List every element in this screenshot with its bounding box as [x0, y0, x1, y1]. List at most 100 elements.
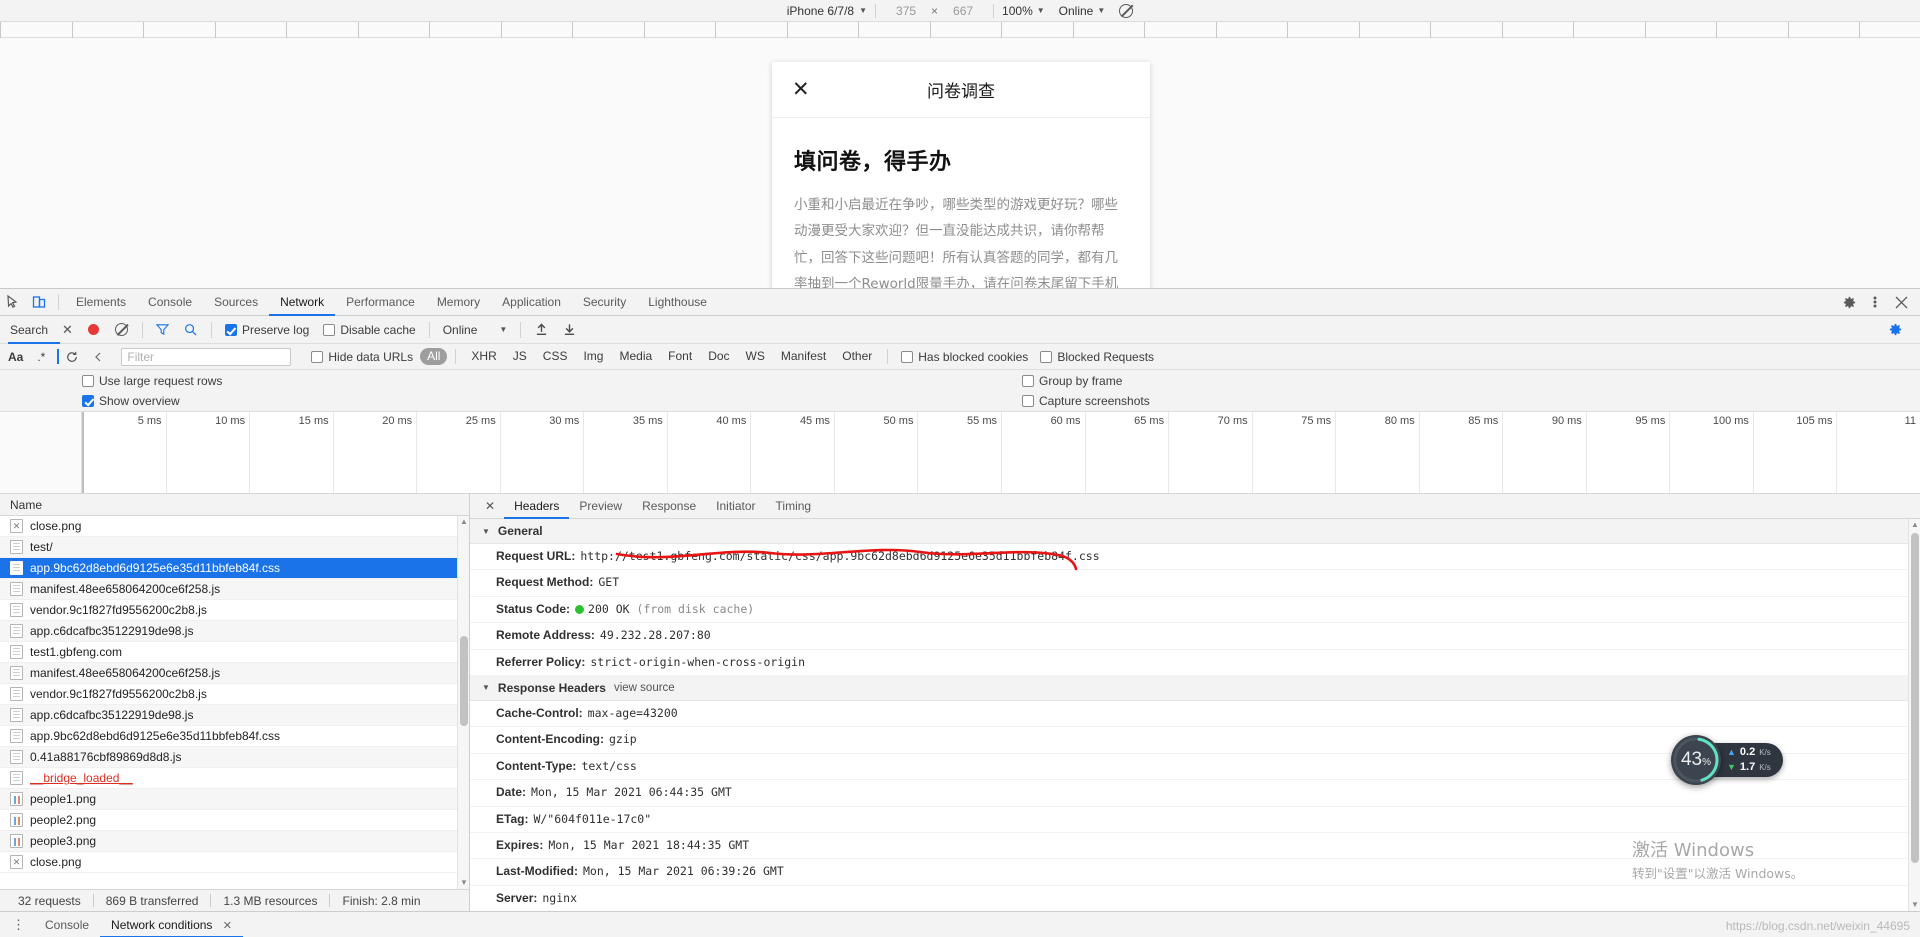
- type-filter-doc[interactable]: Doc: [701, 348, 736, 365]
- scroll-down-icon[interactable]: ▼: [1909, 899, 1920, 911]
- type-filter-media[interactable]: Media: [612, 348, 659, 365]
- tab-security[interactable]: Security: [572, 289, 637, 316]
- network-overview-timeline[interactable]: 5 ms 10 ms 15 ms 20 ms 25 ms 30 ms 35 ms 40 ms 4…: [0, 412, 1920, 494]
- request-list-item[interactable]: app.9bc62d8ebd6d9125e6e35d11bbfeb84f.css: [0, 726, 469, 747]
- type-filter-manifest[interactable]: Manifest: [774, 348, 833, 365]
- blocked-requests-checkbox[interactable]: Blocked Requests: [1040, 350, 1154, 364]
- device-height-input[interactable]: [941, 2, 986, 19]
- request-list-item[interactable]: app.c6dcafbc35122919de98.js: [0, 705, 469, 726]
- toggle-device-toolbar-icon[interactable]: [26, 289, 52, 315]
- device-select[interactable]: iPhone 6/7/8 ▼: [787, 4, 867, 18]
- request-list-header[interactable]: Name: [0, 494, 469, 516]
- tab-headers[interactable]: Headers: [504, 494, 569, 519]
- tab-initiator[interactable]: Initiator: [706, 494, 765, 519]
- show-overview-checkbox[interactable]: Show overview: [82, 394, 180, 408]
- request-list-item[interactable]: 0.41a88176cbf89869d8d8.js: [0, 747, 469, 768]
- request-list-item[interactable]: manifest.48ee658064200ce6f258.js: [0, 579, 469, 600]
- has-blocked-cookies-checkbox[interactable]: Has blocked cookies: [901, 350, 1028, 364]
- more-vertical-icon[interactable]: [1862, 289, 1888, 315]
- type-filter-font[interactable]: Font: [661, 348, 699, 365]
- type-filter-css[interactable]: CSS: [536, 348, 575, 365]
- capture-screenshots-checkbox[interactable]: Capture screenshots: [1022, 394, 1150, 408]
- throttling-select[interactable]: Online ▼: [437, 323, 514, 337]
- preserve-log-checkbox[interactable]: Preserve log: [224, 323, 309, 337]
- import-har-icon[interactable]: [528, 317, 554, 343]
- zoom-select[interactable]: 100% ▼: [1002, 4, 1045, 18]
- type-filter-all[interactable]: All: [420, 348, 448, 365]
- request-list-item[interactable]: people1.png: [0, 789, 469, 810]
- general-section-header[interactable]: ▼ General: [470, 519, 1920, 544]
- search-panel-tab[interactable]: Search: [4, 316, 60, 344]
- scrollbar-thumb[interactable]: [1911, 533, 1919, 863]
- scroll-down-icon[interactable]: ▼: [458, 877, 469, 889]
- tab-timing[interactable]: Timing: [766, 494, 822, 519]
- overview-track[interactable]: 5 ms 10 ms 15 ms 20 ms 25 ms 30 ms 35 ms 40 ms 4…: [82, 412, 1920, 493]
- request-list-item[interactable]: test/: [0, 537, 469, 558]
- export-har-icon[interactable]: [556, 317, 582, 343]
- tab-network[interactable]: Network: [269, 289, 335, 316]
- network-throttle-select[interactable]: Online ▼: [1059, 4, 1106, 18]
- regex-icon[interactable]: .*: [37, 350, 45, 364]
- request-list-item[interactable]: app.c6dcafbc35122919de98.js: [0, 621, 469, 642]
- type-filter-xhr[interactable]: XHR: [464, 348, 503, 365]
- tab-console[interactable]: Console: [137, 289, 203, 316]
- type-filter-img[interactable]: Img: [576, 348, 610, 365]
- search-prev-icon[interactable]: [85, 344, 111, 370]
- request-list[interactable]: ✕ close.png test/app.9bc62d8ebd6d9125e6e35…: [0, 516, 469, 889]
- response-headers-section-header[interactable]: ▼ Response Headers view source: [470, 675, 1920, 701]
- header-key: Server:: [496, 890, 538, 905]
- filter-icon[interactable]: [150, 317, 176, 343]
- request-list-item[interactable]: app.9bc62d8ebd6d9125e6e35d11bbfeb84f.css: [0, 558, 469, 579]
- close-icon[interactable]: [1888, 289, 1914, 315]
- scroll-up-icon[interactable]: ▲: [458, 516, 469, 528]
- clear-icon[interactable]: [109, 317, 135, 343]
- tab-response[interactable]: Response: [632, 494, 706, 519]
- tab-preview[interactable]: Preview: [569, 494, 632, 519]
- drawer-tab-console[interactable]: Console: [34, 912, 100, 937]
- request-list-item[interactable]: test1.gbfeng.com: [0, 642, 469, 663]
- view-source-link[interactable]: view source: [614, 682, 675, 694]
- tab-memory[interactable]: Memory: [426, 289, 491, 316]
- match-case-icon[interactable]: Aa: [8, 350, 23, 364]
- tab-lighthouse[interactable]: Lighthouse: [637, 289, 718, 316]
- drawer-tab-network-conditions[interactable]: Network conditions ✕: [100, 912, 243, 937]
- record-icon[interactable]: [81, 317, 107, 343]
- group-by-frame-checkbox[interactable]: Group by frame: [1022, 374, 1122, 388]
- close-icon[interactable]: ✕: [223, 920, 232, 932]
- request-list-item[interactable]: vendor.9c1f827fd9556200c2b8.js: [0, 684, 469, 705]
- refresh-icon[interactable]: [59, 344, 85, 370]
- disable-cache-checkbox[interactable]: Disable cache: [323, 323, 416, 337]
- inspect-element-icon[interactable]: [0, 289, 26, 315]
- type-filter-other[interactable]: Other: [835, 348, 879, 365]
- filter-input[interactable]: [121, 347, 292, 366]
- search-icon[interactable]: [178, 317, 204, 343]
- network-settings-gear-icon[interactable]: [1882, 317, 1908, 343]
- close-detail-icon[interactable]: ✕: [476, 499, 504, 513]
- gear-icon[interactable]: [1836, 289, 1862, 315]
- tab-application[interactable]: Application: [491, 289, 572, 316]
- type-filter-ws[interactable]: WS: [739, 348, 772, 365]
- request-list-item[interactable]: ✕ close.png: [0, 516, 469, 537]
- tab-elements[interactable]: Elements: [65, 289, 137, 316]
- use-large-rows-checkbox[interactable]: Use large request rows: [82, 374, 222, 388]
- hide-data-urls-checkbox[interactable]: Hide data URLs: [311, 350, 413, 364]
- more-vertical-icon[interactable]: ⋮: [4, 917, 34, 933]
- type-filter-js[interactable]: JS: [506, 348, 534, 365]
- detail-scrollbar[interactable]: ▲ ▼: [1908, 519, 1920, 911]
- request-list-item[interactable]: people2.png: [0, 810, 469, 831]
- close-search-icon[interactable]: ✕: [56, 322, 79, 338]
- scroll-up-icon[interactable]: ▲: [1909, 519, 1920, 531]
- tab-sources[interactable]: Sources: [203, 289, 269, 316]
- no-throttling-icon[interactable]: [1119, 3, 1134, 18]
- request-list-item[interactable]: manifest.48ee658064200ce6f258.js: [0, 663, 469, 684]
- request-list-item[interactable]: vendor.9c1f827fd9556200c2b8.js: [0, 600, 469, 621]
- request-list-item[interactable]: people3.png: [0, 831, 469, 852]
- request-list-item[interactable]: ✕ close.png: [0, 852, 469, 873]
- tab-performance[interactable]: Performance: [335, 289, 426, 316]
- request-list-item[interactable]: __bridge_loaded__: [0, 768, 469, 789]
- scrollbar-thumb[interactable]: [460, 636, 468, 726]
- overview-left-handle[interactable]: [82, 412, 84, 493]
- request-list-scrollbar[interactable]: ▲ ▼: [457, 516, 469, 889]
- request-name: close.png: [30, 519, 82, 533]
- device-width-input[interactable]: [884, 2, 929, 19]
